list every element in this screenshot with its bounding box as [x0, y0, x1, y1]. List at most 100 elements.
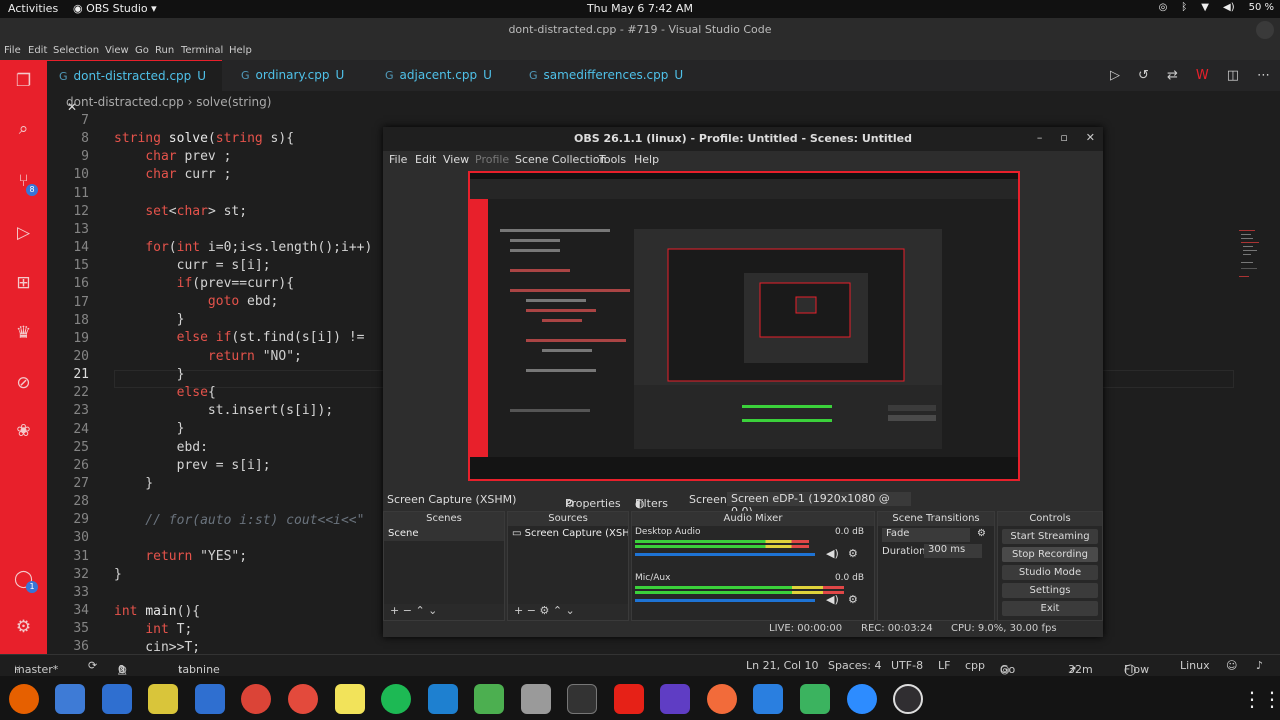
source-list-item[interactable]: ▭ Screen Capture (XSHM) [508, 526, 628, 541]
menu-help[interactable]: Help [229, 45, 252, 56]
maximize-icon[interactable]: ▫ [1060, 131, 1067, 144]
tab-ordinary[interactable]: Gordinary.cpp U [225, 60, 365, 91]
move-up-icon[interactable]: ⌃ [553, 604, 562, 617]
add-icon[interactable]: + [514, 604, 523, 617]
studio-mode-button[interactable]: Studio Mode [1002, 565, 1098, 580]
search-icon[interactable]: ⌕ [12, 118, 35, 141]
feedback-icon[interactable]: ☺ [1226, 659, 1237, 672]
tab-adjacent[interactable]: Gadjacent.cpp U [369, 60, 509, 91]
run-icon[interactable]: ▷ [1110, 68, 1120, 83]
close-icon[interactable]: ✕ [1086, 131, 1095, 144]
stop-recording-button[interactable]: Stop Recording [1002, 547, 1098, 562]
tab-dont-distracted[interactable]: Gdont-distracted.cpp U ✕ [47, 60, 222, 114]
rhythmbox-icon[interactable] [148, 684, 178, 714]
notes-icon[interactable] [335, 684, 365, 714]
cursor-position[interactable]: Ln 21, Col 10 [746, 659, 819, 672]
screen-select[interactable]: Screen eDP-1 (1920x1080 @ 0,0) [727, 492, 911, 518]
remove-icon[interactable]: − [527, 604, 536, 617]
firefox-icon[interactable] [9, 684, 39, 714]
notifications-icon[interactable]: ♪ [1256, 659, 1263, 672]
postman-icon[interactable] [707, 684, 737, 714]
breadcrumb-file[interactable]: dont-distracted.cpp [66, 95, 184, 109]
breadcrumb-symbol[interactable]: solve(string) [196, 95, 271, 109]
w-icon[interactable]: W [1196, 68, 1209, 83]
compare-icon[interactable]: ⇄ [1167, 68, 1178, 83]
tasks-icon[interactable] [753, 684, 783, 714]
obs-preview[interactable] [468, 171, 1020, 481]
gear-icon[interactable]: ⚙ [539, 604, 549, 617]
zoom-icon[interactable] [847, 684, 877, 714]
gear-icon[interactable]: ⚙ [848, 547, 858, 560]
menu-view[interactable]: View [105, 45, 129, 56]
clock[interactable]: Thu May 6 7:42 AM [560, 2, 720, 15]
language-mode[interactable]: cpp [965, 659, 985, 672]
sync-icon[interactable]: ⟳ [88, 659, 97, 672]
run-debug-icon[interactable]: ▷ [12, 222, 35, 245]
paw-icon[interactable]: ❀ [12, 420, 35, 443]
exit-button[interactable]: Exit [1002, 601, 1098, 616]
scene-list-item[interactable]: Scene [384, 526, 504, 541]
move-down-icon[interactable]: ⌄ [428, 604, 437, 617]
android-studio-icon[interactable] [800, 684, 830, 714]
more-actions-icon[interactable]: ⋯ [1257, 68, 1270, 83]
encoding[interactable]: UTF-8 [891, 659, 923, 672]
os-indicator[interactable]: Linux [1180, 659, 1210, 672]
obs-menu-scene-collection[interactable]: Scene Collection [515, 153, 606, 166]
start-streaming-button[interactable]: Start Streaming [1002, 529, 1098, 544]
spotify-icon[interactable] [381, 684, 411, 714]
files-icon[interactable] [102, 684, 132, 714]
history-icon[interactable]: ↺ [1138, 68, 1149, 83]
obs-icon[interactable] [893, 684, 923, 714]
remove-icon[interactable]: − [403, 604, 412, 617]
activities-button[interactable]: Activities [8, 2, 58, 15]
obs-menu-edit[interactable]: Edit [415, 153, 436, 166]
play-store-icon[interactable] [660, 684, 690, 714]
minimap[interactable] [1237, 228, 1267, 288]
vscode-icon[interactable] [428, 684, 458, 714]
obs-menu-tools[interactable]: Tools [599, 153, 626, 166]
menu-selection[interactable]: Selection [53, 45, 99, 56]
minimize-icon[interactable]: – [1037, 131, 1043, 144]
obs-menu-help[interactable]: Help [634, 153, 659, 166]
menu-file[interactable]: File [4, 45, 21, 56]
obs-menu-view[interactable]: View [443, 153, 469, 166]
obs-menu-profile[interactable]: Profile [475, 153, 509, 166]
gear-icon[interactable]: ⚙ [977, 528, 986, 539]
trophy-icon[interactable]: ♛ [12, 322, 35, 345]
obs-menu-file[interactable]: File [389, 153, 407, 166]
menu-terminal[interactable]: Terminal [181, 45, 223, 56]
speaker-icon[interactable]: ◀) [826, 547, 839, 560]
window-close-button[interactable] [1256, 21, 1274, 39]
split-editor-icon[interactable]: ◫ [1227, 68, 1239, 83]
git-graph-icon[interactable]: ⊘ [12, 372, 35, 395]
indentation[interactable]: Spaces: 4 [828, 659, 881, 672]
end-of-line[interactable]: LF [938, 659, 950, 672]
settings-button[interactable]: Settings [1002, 583, 1098, 598]
menu-go[interactable]: Go [135, 45, 149, 56]
app-grid-icon[interactable]: ⋮⋮ [1242, 684, 1280, 714]
explorer-icon[interactable]: ❐ [12, 70, 35, 93]
speaker-icon[interactable]: ◀) [826, 593, 839, 606]
add-icon[interactable]: + [390, 604, 399, 617]
help-icon[interactable] [288, 684, 318, 714]
extensions-icon[interactable]: ⊞ [12, 272, 35, 295]
writer-icon[interactable] [195, 684, 225, 714]
settings-icon[interactable] [521, 684, 551, 714]
thunderbird-icon[interactable] [55, 684, 85, 714]
move-up-icon[interactable]: ⌃ [415, 604, 424, 617]
volume-slider[interactable] [635, 553, 815, 556]
tab-samedifferences[interactable]: Gsamedifferences.cpp U [513, 60, 693, 91]
chrome-icon[interactable] [241, 684, 271, 714]
app-menu[interactable]: ◉ OBS Studio ▾ [73, 2, 157, 15]
menu-edit[interactable]: Edit [28, 45, 47, 56]
youtube-icon[interactable] [614, 684, 644, 714]
menu-run[interactable]: Run [155, 45, 174, 56]
volume-slider[interactable] [635, 599, 815, 602]
calc-icon[interactable] [474, 684, 504, 714]
system-tray[interactable]: ◎ ᛒ ▼ ◀) 50 % [1159, 2, 1274, 13]
transition-select[interactable]: Fade [882, 528, 970, 542]
duration-input[interactable]: 300 ms [924, 544, 982, 558]
gear-icon[interactable]: ⚙ [848, 593, 858, 606]
terminal-icon[interactable] [567, 684, 597, 714]
settings-gear-icon[interactable]: ⚙ [12, 616, 35, 639]
